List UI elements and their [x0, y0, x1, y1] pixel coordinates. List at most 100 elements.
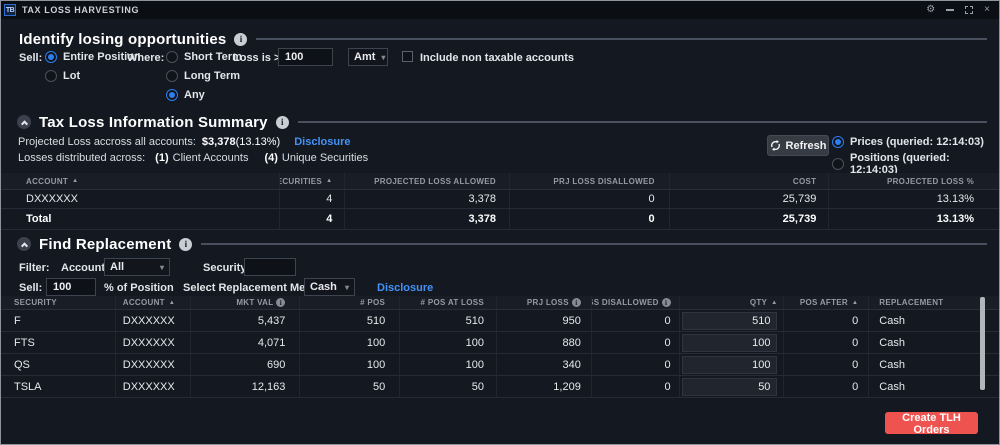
summary-table-total-row: Total 4 3,378 0 25,739 13.13%	[1, 209, 999, 230]
unique-securities-count: (4)	[264, 152, 277, 164]
accounts-value: All	[110, 261, 124, 273]
col-pos-after[interactable]: POS AFTER▲	[784, 296, 869, 309]
sort-asc-icon: ▲	[771, 300, 777, 306]
replacement-table-row[interactable]: QS DXXXXXX 690 100 100 340 0 0 Cash	[1, 354, 999, 376]
col-num-pos-at-loss[interactable]: # POS AT LOSS	[400, 296, 497, 309]
app-logo-icon: TB	[4, 4, 16, 16]
loss-unit-value: Amt	[354, 51, 375, 63]
qty-input[interactable]	[682, 356, 777, 374]
radio-label: Lot	[63, 70, 80, 82]
info-icon[interactable]: i	[276, 298, 285, 307]
replacement-table-row[interactable]: FTS DXXXXXX 4,071 100 100 880 0 0 Cash	[1, 332, 999, 354]
distributed-label: Losses distributed across:	[18, 152, 145, 164]
refresh-icon	[770, 140, 781, 151]
info-icon[interactable]: i	[276, 116, 289, 129]
chevron-down-icon: ▾	[381, 53, 385, 62]
summary-disclosure-link[interactable]: Disclosure	[294, 136, 350, 148]
loss-unit-select[interactable]: Amt ▾	[348, 48, 388, 66]
col-num-pos[interactable]: # POS	[300, 296, 400, 309]
identify-title: Identify losing opportunities	[19, 31, 226, 48]
col-qty[interactable]: QTY▲	[680, 296, 785, 309]
projected-loss-label: Projected Loss accross all accounts:	[18, 136, 196, 148]
section-divider	[201, 243, 987, 245]
summary-table-header: ACCOUNT▲ SECURITIES▲ PROJECTED LOSS ALLO…	[1, 173, 999, 190]
projected-loss-line: Projected Loss accross all accounts: $3,…	[18, 136, 350, 148]
col-prj-loss[interactable]: PRJ LOSSi	[497, 296, 592, 309]
qty-input[interactable]	[682, 312, 777, 330]
col-account[interactable]: ACCOUNT▲	[116, 296, 191, 309]
radio-icon	[166, 70, 178, 82]
col-securities[interactable]: SECURITIES▲	[280, 173, 345, 189]
col-cost[interactable]: COST	[670, 173, 830, 189]
security-filter-input[interactable]	[244, 258, 296, 276]
radio-icon	[832, 158, 844, 170]
sell-label: Sell:	[19, 52, 42, 64]
refresh-button[interactable]: Refresh	[767, 135, 829, 156]
info-icon[interactable]: i	[234, 33, 247, 46]
replacement-disclosure-link[interactable]: Disclosure	[377, 282, 433, 294]
replacement-method-select[interactable]: Cash ▾	[304, 278, 355, 296]
section-divider	[256, 38, 987, 40]
sort-asc-icon: ▲	[326, 178, 332, 184]
col-mkt-val[interactable]: MKT VALi	[191, 296, 301, 309]
loss-threshold-input[interactable]	[278, 48, 333, 66]
qty-input[interactable]	[682, 334, 777, 352]
window-title: TAX LOSS HARVESTING	[22, 5, 139, 15]
distributed-line: Losses distributed across: (1) Client Ac…	[18, 152, 368, 164]
include-nontaxable-checkbox[interactable]	[402, 51, 413, 62]
col-prj-loss-disallowed[interactable]: PRJ LOSS DISALLOWED	[510, 173, 670, 189]
chevron-down-icon: ▾	[160, 263, 164, 272]
info-icon[interactable]: i	[662, 298, 671, 307]
close-icon[interactable]: ×	[984, 5, 990, 15]
settings-gear-icon[interactable]: ⚙	[926, 5, 935, 15]
radio-icon	[832, 136, 844, 148]
info-icon[interactable]: i	[572, 298, 581, 307]
chevron-down-icon: ▾	[345, 283, 349, 292]
create-tlh-orders-button[interactable]: Create TLH Orders	[885, 412, 978, 434]
vertical-scrollbar[interactable]	[980, 297, 985, 390]
col-projected-loss-pct[interactable]: PROJECTED LOSS %	[829, 173, 999, 189]
col-prj-loss-disallowed[interactable]: PRJ LOSS DISALLOWEDi	[592, 296, 680, 309]
col-security[interactable]: SECURITY	[1, 296, 116, 309]
loss-is-label: Loss is >	[233, 52, 280, 64]
radio-long-term[interactable]: Long Term	[166, 70, 240, 82]
replacement-table-header: SECURITY ACCOUNT▲ MKT VALi # POS # POS A…	[1, 296, 999, 310]
summary-title: Tax Loss Information Summary	[39, 114, 268, 131]
sort-asc-icon: ▲	[72, 178, 78, 184]
filter-label: Filter:	[19, 262, 50, 274]
client-accounts-count: (1)	[155, 152, 168, 164]
replacement-table-row[interactable]: F DXXXXXX 5,437 510 510 950 0 0 Cash	[1, 310, 999, 332]
restore-icon[interactable]	[965, 6, 973, 14]
sort-asc-icon: ▲	[169, 300, 175, 306]
section-divider	[298, 121, 987, 123]
minimize-icon[interactable]	[946, 9, 954, 11]
tax-loss-harvesting-window: TB TAX LOSS HARVESTING ⚙ × Identify losi…	[0, 0, 1000, 445]
replacement-method-value: Cash	[310, 281, 337, 293]
summary-table-row[interactable]: DXXXXXX 4 3,378 0 25,739 13.13%	[1, 190, 999, 209]
col-projected-loss-allowed[interactable]: PROJECTED LOSS ALLOWED	[345, 173, 510, 189]
col-account[interactable]: ACCOUNT▲	[1, 173, 280, 189]
radio-any[interactable]: Any	[166, 89, 205, 101]
summary-table: ACCOUNT▲ SECURITIES▲ PROJECTED LOSS ALLO…	[1, 173, 999, 230]
radio-lot[interactable]: Lot	[45, 70, 80, 82]
prices-radio-label: Prices (queried: 12:14:03)	[850, 136, 984, 148]
accounts-select[interactable]: All ▾	[104, 258, 170, 276]
identify-section-header: Identify losing opportunities i	[19, 30, 987, 48]
sell-pct-label: Sell:	[19, 282, 42, 294]
sell-percent-input[interactable]	[46, 278, 96, 296]
radio-label: Long Term	[184, 70, 240, 82]
radio-icon	[45, 70, 57, 82]
radio-label: Any	[184, 89, 205, 101]
collapse-icon[interactable]	[17, 237, 31, 251]
radio-prices[interactable]: Prices (queried: 12:14:03)	[832, 136, 984, 148]
radio-short-term[interactable]: Short Term	[166, 51, 242, 63]
security-label: Security	[203, 262, 246, 274]
replacement-table-row[interactable]: TSLA DXXXXXX 12,163 50 50 1,209 0 0 Cash	[1, 376, 999, 398]
qty-input[interactable]	[682, 378, 777, 396]
projected-loss-percent: (13.13%)	[236, 136, 281, 148]
refresh-label: Refresh	[786, 140, 827, 152]
info-icon[interactable]: i	[179, 238, 192, 251]
client-accounts-label: Client Accounts	[173, 152, 249, 164]
percent-of-position-label: % of Position	[104, 282, 174, 294]
collapse-icon[interactable]	[17, 115, 31, 129]
